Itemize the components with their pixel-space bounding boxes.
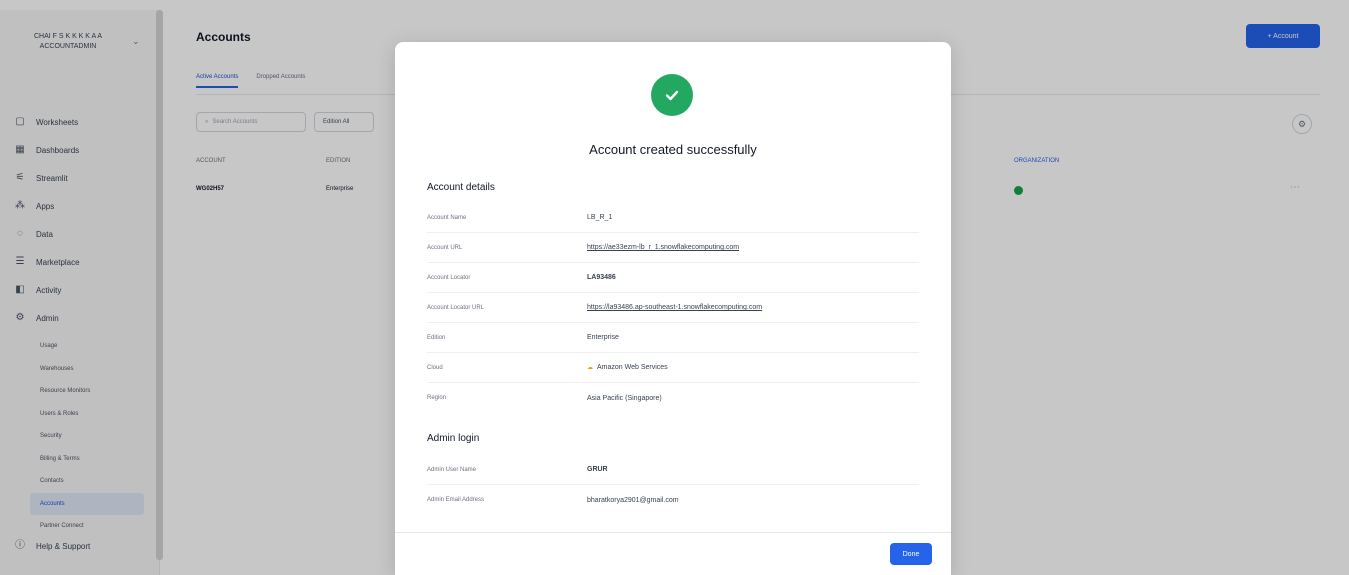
detail-label: Account Locator URL xyxy=(427,304,485,311)
detail-row-account-locator-url: Account Locator URL https://la93486.ap-s… xyxy=(427,293,919,323)
success-dialog: Account created successfully Account det… xyxy=(395,42,951,575)
aws-logo-icon: ☁ xyxy=(587,365,593,371)
detail-row-admin-email: Admin Email Address bharatkorya2901@gmai… xyxy=(427,485,919,515)
detail-label: Edition xyxy=(427,334,446,341)
detail-row-cloud: Cloud ☁ Amazon Web Services xyxy=(427,353,919,383)
account-locator-url-link[interactable]: https://la93486.ap-southeast-1.snowflake… xyxy=(587,304,762,311)
detail-value: Amazon Web Services xyxy=(597,364,668,371)
dialog-footer-divider xyxy=(395,532,951,533)
detail-label: Cloud xyxy=(427,364,443,371)
detail-value: bharatkorya2901@gmail.com xyxy=(587,496,679,504)
detail-label: Account Name xyxy=(427,214,467,221)
detail-label: Admin User Name xyxy=(427,466,477,473)
detail-row-region: Region Asia Pacific (Singapore) xyxy=(427,383,919,413)
success-check-icon xyxy=(651,74,693,116)
admin-login-heading: Admin login xyxy=(427,433,480,444)
detail-value: Enterprise xyxy=(587,334,619,341)
account-url-link[interactable]: https://ae33ezm-lb_r_1.snowflakecomputin… xyxy=(587,244,739,251)
detail-value: Asia Pacific (Singapore) xyxy=(587,394,662,402)
account-details-heading: Account details xyxy=(427,182,495,193)
detail-row-admin-user: Admin User Name GRUR xyxy=(427,455,919,485)
dialog-title: Account created successfully xyxy=(589,142,757,157)
done-button[interactable]: Done xyxy=(890,543,932,565)
detail-row-account-locator: Account Locator LA93486 xyxy=(427,263,919,293)
detail-label: Account Locator xyxy=(427,274,471,281)
detail-label: Account URL xyxy=(427,244,463,251)
detail-value: GRUR xyxy=(587,466,608,473)
detail-row-account-url: Account URL https://ae33ezm-lb_r_1.snowf… xyxy=(427,233,919,263)
detail-label: Admin Email Address xyxy=(427,497,485,503)
detail-value: LB_R_1 xyxy=(587,214,613,221)
detail-row-account-name: Account Name LB_R_1 xyxy=(427,203,919,233)
detail-label: Region xyxy=(427,395,447,401)
detail-row-edition: Edition Enterprise xyxy=(427,323,919,353)
detail-value: LA93486 xyxy=(587,274,616,281)
